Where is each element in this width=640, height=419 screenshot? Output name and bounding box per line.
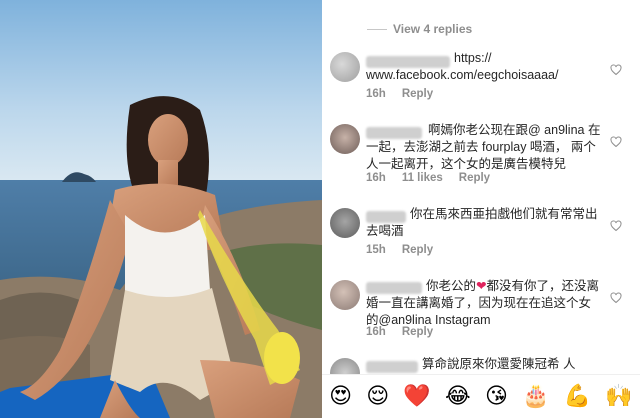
reply-button[interactable]: Reply [402, 88, 433, 100]
heart-eyes-emoji-button[interactable]: 😍 [329, 386, 352, 408]
flexed-biceps-emoji-button[interactable]: 💪 [564, 386, 591, 408]
kiss-emoji-button[interactable]: 😘 [485, 386, 508, 408]
photo-scene [0, 0, 322, 418]
comment-time: 16h [366, 88, 386, 100]
comment-likes[interactable]: 11 likes [402, 172, 443, 184]
heart-outline-icon[interactable] [610, 220, 622, 232]
comment-text: 你老公的❤都没有你了，还没离婚一直在講离婚了，因为现在在追这个女的@an9lin… [366, 277, 601, 329]
heart-outline-icon[interactable] [610, 292, 622, 304]
comment-meta: 15h Reply [366, 244, 433, 256]
view-replies-link[interactable]: View 4 replies [367, 22, 472, 36]
avatar[interactable] [330, 280, 360, 310]
emoji-reaction-bar: 😍 😌 ❤️ 😂 😘 🎂 💪 🙌 [322, 374, 640, 419]
comment-time: 15h [366, 244, 386, 256]
raised-hands-emoji-button[interactable]: 🙌 [605, 386, 632, 408]
comment-text-part: 你老公的 [426, 279, 477, 293]
comment-text: https:// www.facebook.com/eegchoisaaaa/ [366, 51, 559, 82]
reply-button[interactable]: Reply [459, 172, 490, 184]
relieved-emoji-button[interactable]: 😌 [366, 386, 389, 408]
red-heart-icon: ❤ [476, 278, 487, 293]
post-photo [0, 0, 322, 418]
heart-outline-icon[interactable] [610, 136, 622, 148]
heart-outline-icon[interactable] [610, 64, 622, 76]
comment-time: 16h [366, 172, 386, 184]
red-heart-emoji-button[interactable]: ❤️ [403, 386, 430, 408]
replies-divider [367, 28, 387, 30]
avatar[interactable] [330, 52, 360, 82]
comment-meta: 16h Reply [366, 88, 433, 100]
comment-text: 啊嫣你老公现在跟@ an9lina 在一起，去澎湖之前去 fourplay 喝酒… [366, 123, 601, 171]
reply-button[interactable]: Reply [402, 244, 433, 256]
comment-time: 16h [366, 326, 386, 338]
comment-text: 你在馬來西亜拍戲他们就有常常出去喝酒 [366, 207, 598, 238]
comment-meta: 16h 11 likes Reply [366, 172, 490, 184]
comment-meta: 16h Reply [366, 326, 433, 338]
joy-emoji-button[interactable]: 😂 [445, 386, 471, 408]
view-replies-label: View 4 replies [393, 22, 473, 36]
avatar[interactable] [330, 124, 360, 154]
comment-text: 算命說原來你還愛陳冠希 人 [422, 357, 576, 371]
reply-button[interactable]: Reply [402, 326, 433, 338]
avatar[interactable] [330, 208, 360, 238]
cake-emoji-button[interactable]: 🎂 [522, 386, 549, 408]
